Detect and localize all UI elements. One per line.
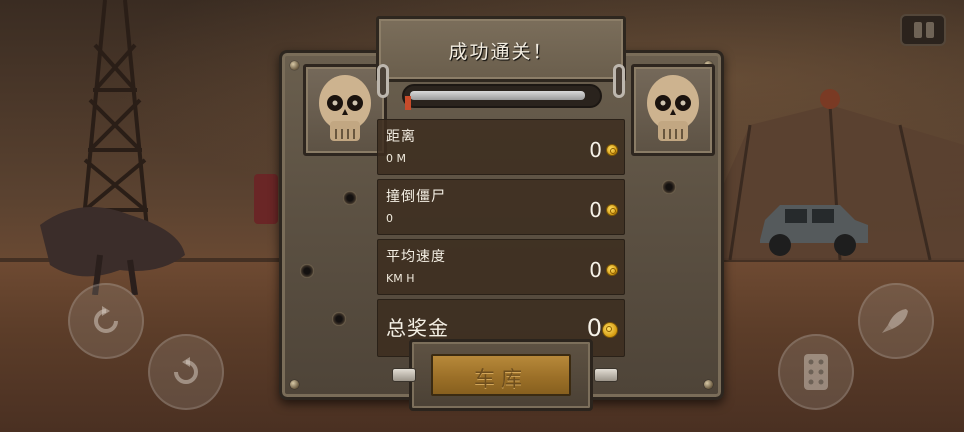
total-reward: 0 <box>586 314 602 342</box>
coin-icon <box>606 204 618 216</box>
stat-label: 距离 <box>386 129 416 145</box>
garage-button-label: 车库 <box>474 367 528 391</box>
coin-icon <box>602 322 618 338</box>
garage-button[interactable]: 车库 <box>431 354 571 396</box>
red-vehicle-part <box>254 174 278 224</box>
stat-row-zombies: 撞倒僵尸 0 0 <box>377 179 625 235</box>
stat-detail: KM H <box>386 272 415 285</box>
rivet <box>290 61 299 70</box>
button-clip-left <box>392 368 416 382</box>
level-progress-fill <box>410 91 585 100</box>
stat-detail: 0 <box>386 212 393 225</box>
coin-icon <box>606 264 618 276</box>
rotate-forward-button[interactable] <box>148 334 224 410</box>
total-label: 总奖金 <box>386 316 449 340</box>
level-progress-bar <box>402 84 602 108</box>
gas-pedal-icon <box>804 354 828 390</box>
stat-reward: 0 <box>589 138 602 162</box>
rivet <box>704 380 713 389</box>
plate-hook-left <box>377 64 389 98</box>
zombie-creature <box>40 207 185 295</box>
rocket-boost-button[interactable] <box>858 283 934 359</box>
rotate-back-icon <box>94 306 118 333</box>
bullet-hole <box>300 264 314 278</box>
stat-reward: 0 <box>589 198 602 222</box>
rotate-forward-icon <box>174 357 198 384</box>
skull-icon <box>647 75 699 141</box>
bullet-hole <box>332 312 346 326</box>
stat-row-distance: 距离 0 M 0 <box>377 119 625 175</box>
bullet-hole <box>343 191 357 205</box>
stat-row-avg-speed: 平均速度 KM H 0 <box>377 239 625 295</box>
rocket-icon <box>882 309 908 333</box>
title-plate: 成功通关！ <box>376 16 626 82</box>
coin-icon <box>606 144 618 156</box>
pause-button[interactable] <box>900 14 946 46</box>
page-title: 成功通关！ <box>448 41 554 63</box>
wrecked-car <box>760 205 868 256</box>
rotate-back-button[interactable] <box>68 283 144 359</box>
stat-reward: 0 <box>589 258 602 282</box>
gas-pedal-button[interactable] <box>778 334 854 410</box>
skull-icon <box>319 75 371 141</box>
stat-label: 平均速度 <box>386 249 446 265</box>
left-skull-plaque <box>303 64 387 156</box>
button-clip-right <box>594 368 618 382</box>
plate-hook-right <box>613 64 625 98</box>
right-skull-plaque <box>631 64 715 156</box>
stat-label: 撞倒僵尸 <box>386 189 446 205</box>
rivet <box>290 380 299 389</box>
stat-detail: 0 M <box>386 152 406 165</box>
bullet-hole <box>662 180 676 194</box>
progress-marker <box>405 96 411 110</box>
pause-icon <box>914 22 922 38</box>
